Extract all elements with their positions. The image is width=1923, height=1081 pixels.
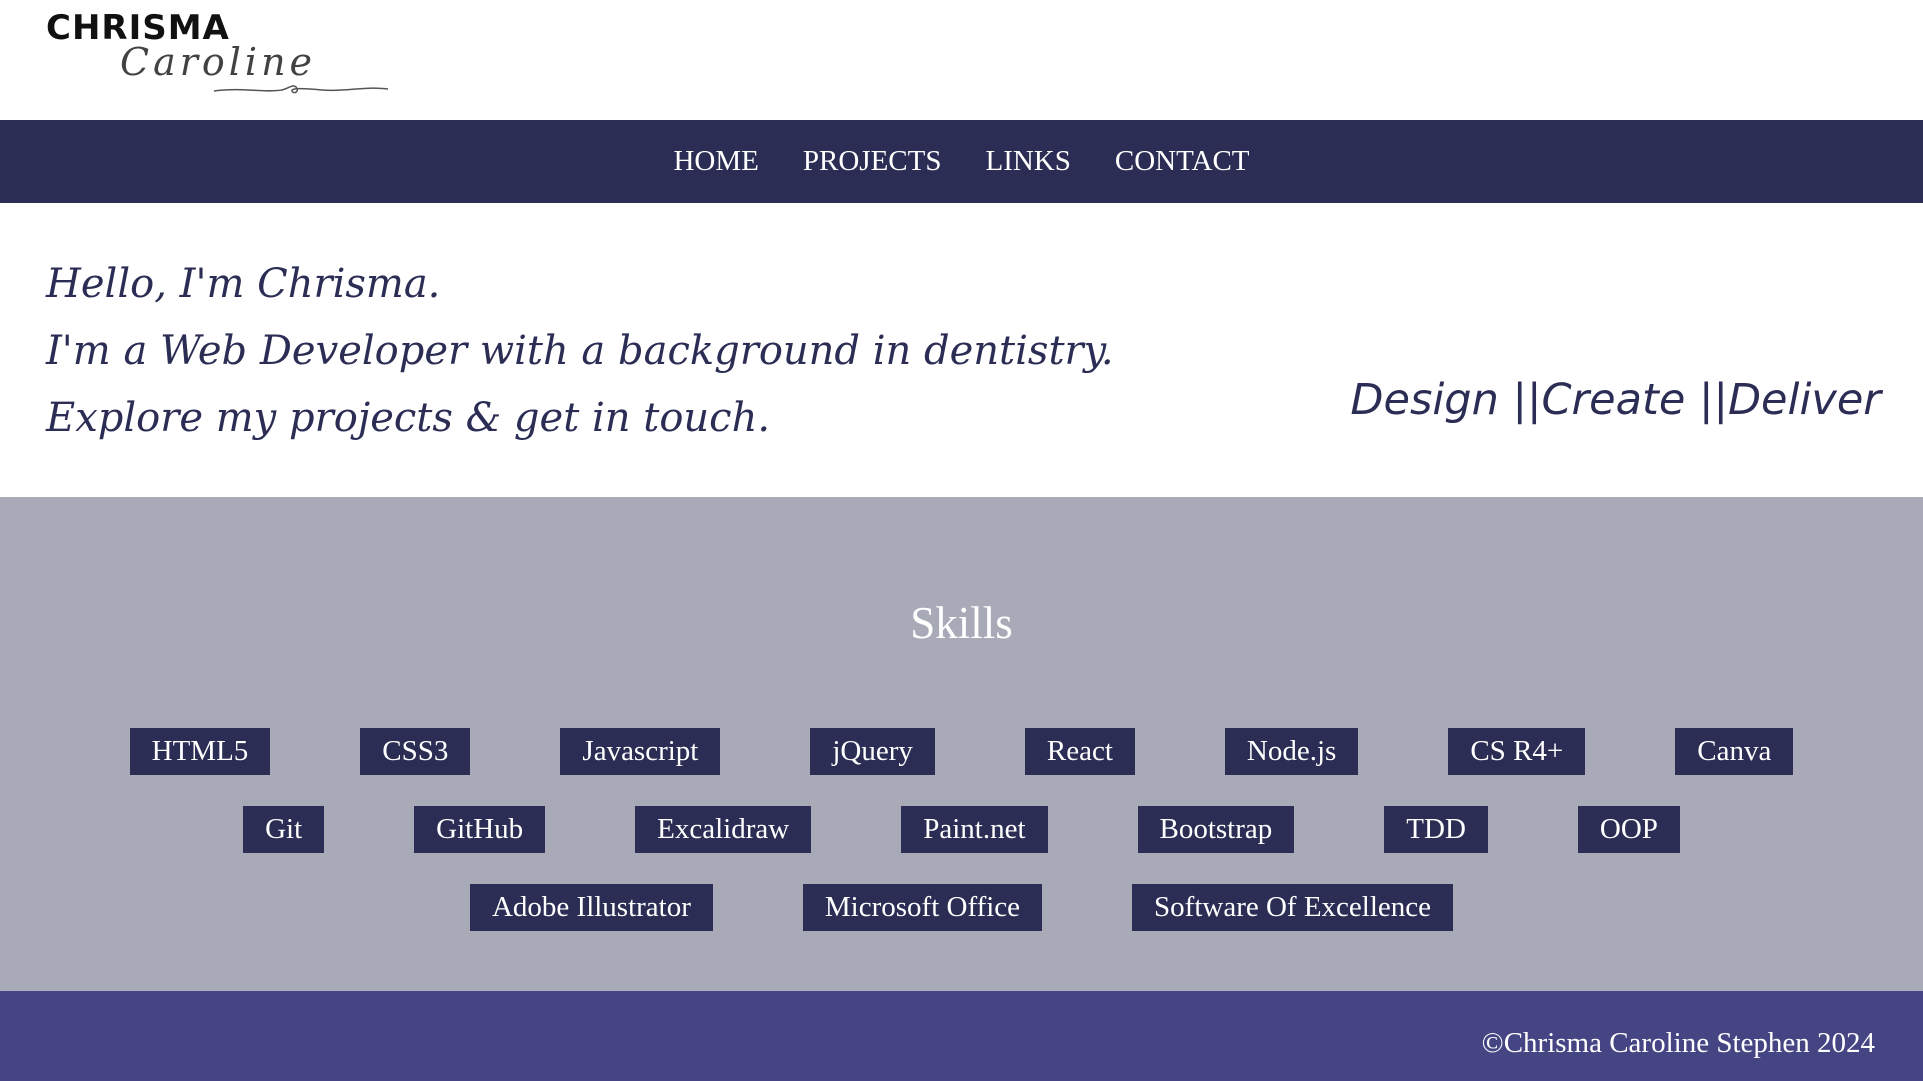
skill-badge: GitHub bbox=[414, 806, 546, 853]
skill-badge: Adobe Illustrator bbox=[469, 884, 713, 931]
intro-line-cta: Explore my projects & get in touch. bbox=[46, 395, 771, 441]
intro-text: Hello, I'm Chrisma. I'm a Web Developer … bbox=[46, 251, 1114, 452]
site-footer: ©Chrisma Caroline Stephen 2024 bbox=[0, 991, 1923, 1081]
site-logo[interactable]: CHRISMA Caroline bbox=[46, 6, 389, 106]
skill-badge: Bootstrap bbox=[1137, 806, 1295, 853]
intro-line-role: I'm a Web Developer with a background in… bbox=[46, 328, 1114, 374]
skill-badge: Microsoft Office bbox=[802, 884, 1043, 931]
hero-tagline: Design ||Create ||Deliver bbox=[1350, 375, 1881, 425]
skills-heading: Skills bbox=[910, 598, 1013, 648]
skill-badge: TDD bbox=[1384, 806, 1488, 853]
skills-row: Git GitHub Excalidraw Paint.net Bootstra… bbox=[0, 806, 1923, 884]
main-navigation: HOME PROJECTS LINKS CONTACT bbox=[0, 120, 1923, 203]
skills-row: Adobe Illustrator Microsoft Office Softw… bbox=[0, 884, 1923, 962]
skill-badge: Software Of Excellence bbox=[1132, 884, 1454, 931]
nav-contact-link[interactable]: CONTACT bbox=[1115, 145, 1250, 178]
nav-home-link[interactable]: HOME bbox=[673, 145, 758, 178]
skill-badge: CSS3 bbox=[360, 728, 471, 775]
site-header: CHRISMA Caroline bbox=[0, 0, 1923, 120]
nav-projects-link[interactable]: PROJECTS bbox=[803, 145, 942, 178]
footer-copyright: ©Chrisma Caroline Stephen 2024 bbox=[1481, 1027, 1875, 1059]
skill-badge: React bbox=[1024, 728, 1135, 775]
skill-badge: Excalidraw bbox=[635, 806, 812, 853]
logo-name-script: Caroline bbox=[120, 40, 317, 84]
skill-badge: Node.js bbox=[1224, 728, 1359, 775]
skill-badge: HTML5 bbox=[129, 728, 271, 775]
skill-badge: OOP bbox=[1577, 806, 1680, 853]
skill-badge: Canva bbox=[1675, 728, 1794, 775]
skill-badge: jQuery bbox=[810, 728, 935, 775]
skill-badge: CS R4+ bbox=[1448, 728, 1586, 775]
skill-badge: Paint.net bbox=[901, 806, 1048, 853]
intro-line-greeting: Hello, I'm Chrisma. bbox=[46, 261, 441, 307]
skills-badge-list: HTML5 CSS3 Javascript jQuery React Node.… bbox=[0, 728, 1923, 962]
logo-flourish-icon bbox=[213, 85, 389, 94]
skill-badge: Git bbox=[243, 806, 325, 853]
skills-row: HTML5 CSS3 Javascript jQuery React Node.… bbox=[0, 728, 1923, 806]
nav-links-link[interactable]: LINKS bbox=[985, 145, 1070, 178]
hero-section: Hello, I'm Chrisma. I'm a Web Developer … bbox=[0, 203, 1923, 497]
skill-badge: Javascript bbox=[560, 728, 721, 775]
skills-section: Skills HTML5 CSS3 Javascript jQuery Reac… bbox=[0, 497, 1923, 991]
